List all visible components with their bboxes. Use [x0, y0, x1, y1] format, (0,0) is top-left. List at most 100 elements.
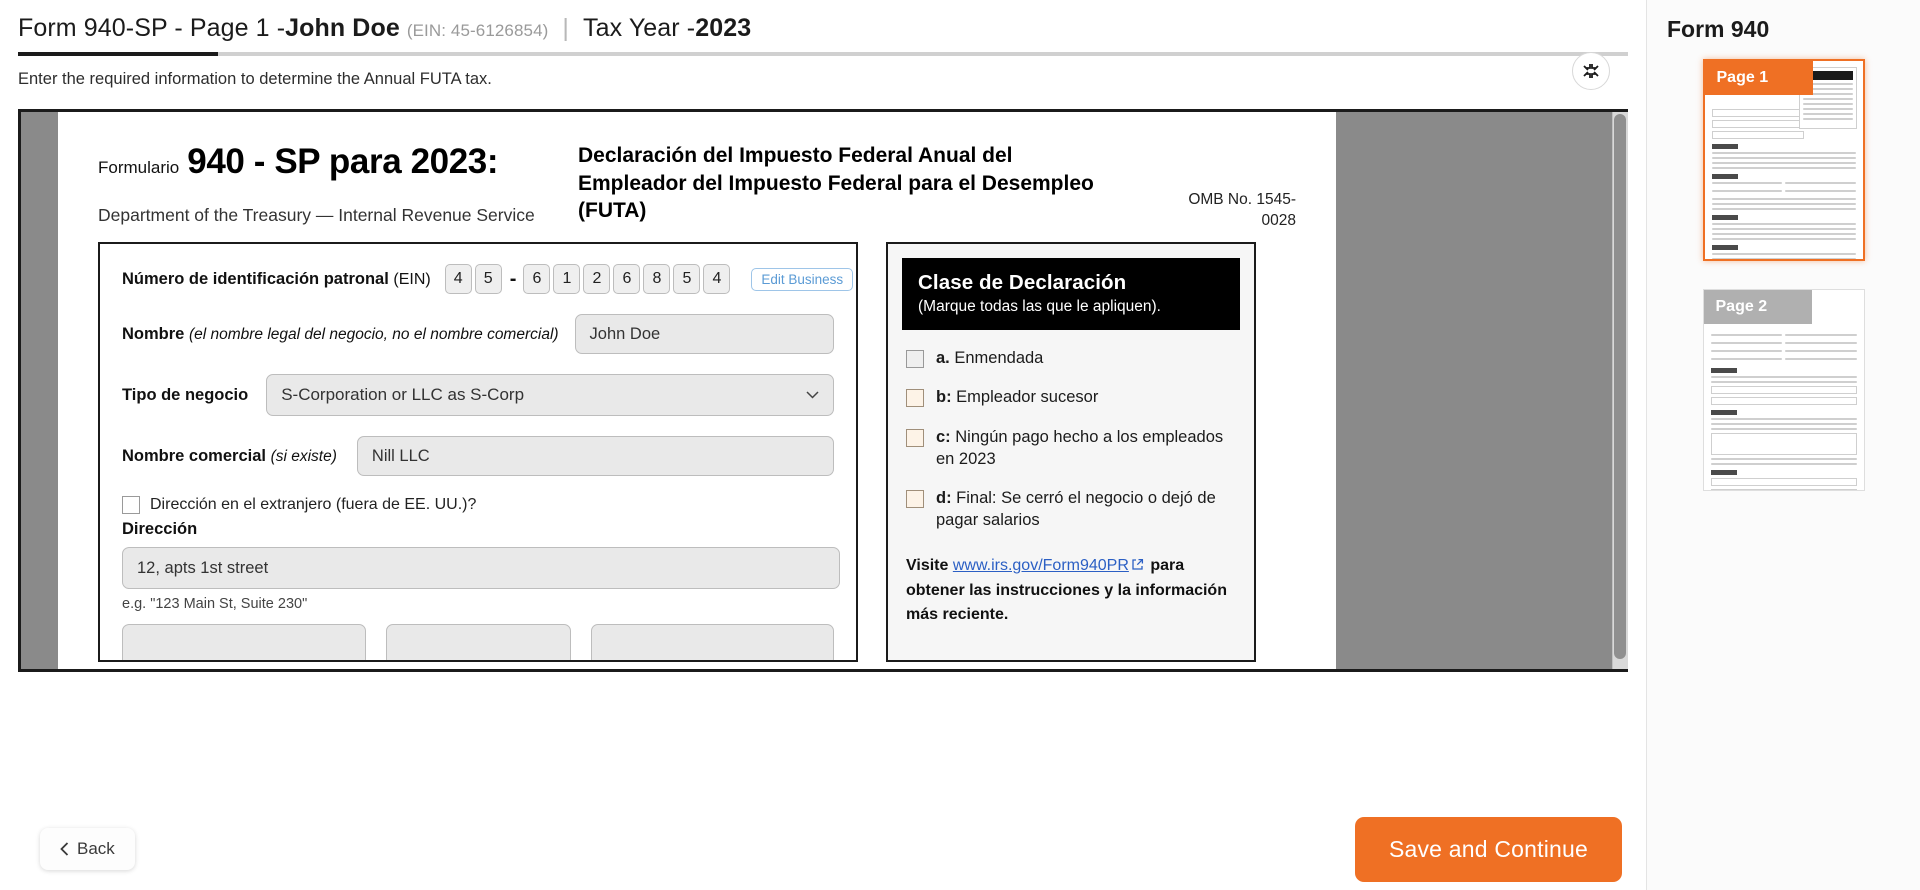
- declaration-option-b-text: b: Empleador sucesor: [936, 386, 1098, 408]
- nombre-comercial-label: Nombre comercial (si existe): [122, 447, 337, 466]
- tax-year-label: Tax Year -: [583, 14, 696, 42]
- edit-business-button[interactable]: Edit Business: [751, 267, 854, 291]
- city-input[interactable]: [122, 624, 366, 660]
- declaration-option-d[interactable]: d: Final: Se cerró el negocio o dejó de …: [902, 487, 1240, 532]
- ein-label-main: Número de identificación patronal: [122, 269, 389, 288]
- main-column: Form 940-SP - Page 1 - John Doe (EIN: 45…: [0, 0, 1646, 890]
- declaration-header: Clase de Declaración (Marque todas las q…: [902, 258, 1240, 330]
- external-link-icon: [1131, 555, 1144, 579]
- form-masthead: Formulario 940 - SP para 2023: Departmen…: [98, 138, 1296, 229]
- chevron-down-icon: [806, 391, 819, 399]
- collapse-arrows-icon[interactable]: [1572, 52, 1610, 90]
- ein-digit[interactable]: 6: [523, 264, 551, 294]
- declaration-option-c[interactable]: c: Ningún pago hecho a los empleados en …: [902, 426, 1240, 471]
- direccion-input[interactable]: 12, apts 1st street: [122, 547, 840, 589]
- form-preview-viewport: Formulario 940 - SP para 2023: Departmen…: [18, 109, 1628, 672]
- page-title-form: Form 940-SP - Page 1 -: [18, 14, 286, 42]
- visite-prefix: Visite: [906, 556, 953, 574]
- sidebar-page-thumbnail-2[interactable]: Page 2: [1702, 289, 1865, 491]
- save-and-continue-button[interactable]: Save and Continue: [1354, 816, 1622, 882]
- sidebar-page-thumbnail-1[interactable]: Page 1: [1702, 59, 1865, 261]
- tax-year-value: 2023: [695, 14, 752, 42]
- ein-digit[interactable]: 5: [474, 264, 502, 294]
- irs-form940pr-link[interactable]: www.irs.gov/Form940PR: [953, 557, 1129, 574]
- back-button-label: Back: [77, 839, 115, 858]
- ein-label: Número de identificación patronal (EIN): [122, 270, 431, 289]
- declaration-type-box: Clase de Declaración (Marque todas las q…: [886, 242, 1256, 662]
- footer-action-bar: Back Save and Continue: [0, 808, 1646, 890]
- direccion-label: Dirección: [122, 520, 198, 538]
- declaration-title: Clase de Declaración: [918, 271, 1127, 294]
- page-title-separator: |: [562, 14, 570, 42]
- omb-number: OMB No. 1545-0028: [1188, 191, 1296, 229]
- nombre-comercial-label-main: Nombre comercial: [122, 446, 266, 465]
- nombre-comercial-row: Nombre comercial (si existe) Nill LLC: [122, 436, 834, 476]
- app-root: Form 940-SP - Page 1 - John Doe (EIN: 45…: [0, 0, 1920, 890]
- ein-row: Número de identificación patronal (EIN) …: [122, 264, 854, 294]
- declaration-option-d-text: d: Final: Se cerró el negocio o dejó de …: [936, 487, 1240, 532]
- nombre-comercial-label-italic: (si existe): [270, 447, 337, 465]
- declaration-checkbox-b[interactable]: [906, 389, 924, 408]
- declaration-option-d-label: Final: Se cerró el negocio o dejó de pag…: [936, 489, 1216, 530]
- tipo-negocio-value: S-Corporation or LLC as S-Corp: [281, 385, 525, 404]
- declaration-option-a-label: Enmendada: [954, 349, 1044, 367]
- sidebar-page-2-label: Page 2: [1703, 290, 1812, 324]
- title-underline: [18, 52, 1628, 56]
- ein-digit[interactable]: 2: [583, 264, 611, 294]
- declaration-option-c-label: Ningún pago hecho a los empleados en 202…: [936, 427, 1224, 468]
- page-header: Form 940-SP - Page 1 - John Doe (EIN: 45…: [0, 0, 1646, 90]
- tipo-negocio-select[interactable]: S-Corporation or LLC as S-Corp: [266, 374, 834, 416]
- declaration-option-a[interactable]: a. Enmendada: [902, 347, 1240, 369]
- sidebar-title: Form 940: [1667, 16, 1770, 42]
- nombre-comercial-input[interactable]: Nill LLC: [356, 436, 834, 476]
- declaration-option-d-key: d:: [936, 489, 952, 508]
- treasury-department-line: Department of the Treasury — Internal Re…: [98, 205, 535, 225]
- ein-label-sub: (EIN): [393, 270, 431, 288]
- sidebar-page-1-label: Page 1: [1704, 61, 1813, 95]
- nombre-input[interactable]: John Doe: [574, 314, 834, 354]
- declaration-checkbox-c[interactable]: [906, 428, 924, 447]
- declaration-option-c-text: c: Ningún pago hecho a los empleados en …: [936, 426, 1240, 471]
- ein-digit[interactable]: 6: [613, 264, 641, 294]
- ein-digit[interactable]: 8: [643, 264, 671, 294]
- tipo-negocio-label: Tipo de negocio: [122, 385, 249, 404]
- direccion-hint: e.g. "123 Main St, Suite 230": [122, 596, 308, 612]
- ein-input-group: 4 5 - 6 1 2 6 8 5 4: [444, 264, 734, 294]
- form-title: Declaración del Impuesto Federal Anual d…: [578, 144, 1094, 223]
- declaration-option-c-key: c:: [936, 427, 951, 446]
- declaration-checkbox-a[interactable]: [906, 350, 924, 368]
- ein-digit[interactable]: 4: [703, 264, 731, 294]
- ein-digit[interactable]: 5: [673, 264, 701, 294]
- tipo-negocio-row: Tipo de negocio S-Corporation or LLC as …: [122, 374, 834, 416]
- foreign-address-checkbox[interactable]: [122, 496, 140, 514]
- state-input[interactable]: [385, 624, 572, 660]
- form-scrollbar-thumb[interactable]: [1614, 114, 1626, 659]
- ein-digit[interactable]: 1: [553, 264, 581, 294]
- nombre-label-italic: (el nombre legal del negocio, no el nomb…: [188, 325, 559, 343]
- address-secondary-row: [122, 624, 834, 660]
- declaration-option-b[interactable]: b: Empleador sucesor: [902, 386, 1240, 408]
- zip-input[interactable]: [591, 624, 834, 660]
- declaration-option-a-key: a.: [936, 349, 950, 367]
- chevron-left-icon: [60, 842, 69, 856]
- page-title-ein: (EIN: 45-6126854): [406, 21, 549, 40]
- declaration-subtitle: (Marque todas las que le apliquen).: [918, 298, 1161, 315]
- declaration-option-b-key: b:: [936, 388, 952, 407]
- irs-instructions-note: Visite www.irs.gov/Form940PR para obtene…: [902, 554, 1240, 627]
- foreign-address-label: Dirección en el extranjero (fuera de EE.…: [150, 496, 477, 513]
- form-masthead-left: Formulario 940 - SP para 2023: Departmen…: [98, 138, 568, 226]
- form-number: 940 - SP para 2023:: [187, 142, 499, 181]
- foreign-address-row[interactable]: Dirección en el extranjero (fuera de EE.…: [122, 496, 834, 514]
- business-details-box: Número de identificación patronal (EIN) …: [98, 242, 858, 662]
- back-button[interactable]: Back: [40, 828, 135, 870]
- declaration-checkbox-d[interactable]: [906, 490, 924, 509]
- form-page-sheet: Formulario 940 - SP para 2023: Departmen…: [58, 112, 1336, 669]
- nombre-row: Nombre (el nombre legal del negocio, no …: [122, 314, 834, 354]
- form-scrollbar-track[interactable]: [1612, 112, 1628, 669]
- collapse-arrows-glyph: [1583, 64, 1599, 78]
- form-pages-sidebar: Form 940 Page 1 Page 2: [1646, 0, 1920, 890]
- page-title-business: John Doe: [285, 14, 400, 42]
- formulario-label: Formulario: [98, 158, 180, 177]
- ein-digit[interactable]: 4: [444, 264, 472, 294]
- ein-dash: -: [509, 267, 517, 290]
